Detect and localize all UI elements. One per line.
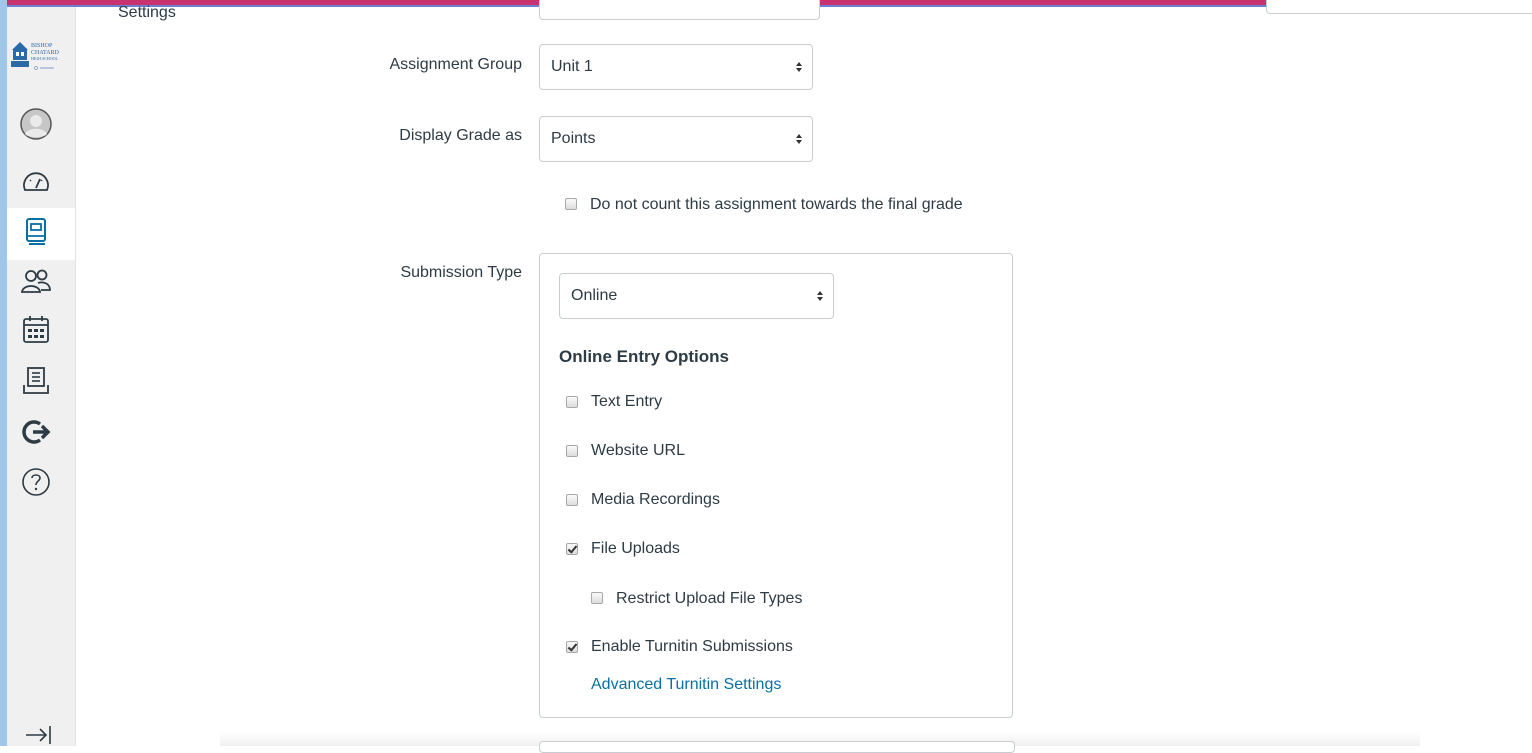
advanced-turnitin-settings-link[interactable]: Advanced Turnitin Settings [591,676,781,694]
select-arrows-icon [796,62,802,72]
select-arrows-icon [796,134,802,144]
logo-line-3: HIGH SCHOOL [31,56,59,61]
assignment-group-select[interactable]: Unit 1 [539,44,813,90]
school-logo[interactable]: BISHOP CHATARD HIGH SCHOOL [10,36,76,74]
collapse-nav-icon[interactable] [24,722,54,744]
submission-type-label: Submission Type [400,264,522,281]
inbox-icon[interactable] [20,365,52,397]
calendar-icon[interactable] [20,314,52,346]
window-left-edge [0,0,7,746]
restrict-upload-types-checkbox[interactable] [591,592,603,604]
text-entry-label: Text Entry [591,393,663,410]
enable-turnitin-label: Enable Turnitin Submissions [591,638,793,655]
file-uploads-label: File Uploads [591,540,680,557]
courses-icon[interactable] [20,216,52,248]
display-grade-value: Points [551,130,596,147]
groups-icon[interactable] [20,266,52,298]
file-uploads-checkbox[interactable] [566,543,578,555]
partial-next-panel [539,741,1015,753]
omit-from-final-checkbox[interactable] [565,198,577,210]
account-avatar-icon[interactable] [20,108,52,140]
submission-type-value: Online [571,287,618,304]
assignment-group-label: Assignment Group [389,56,522,73]
logo-line-1: BISHOP [31,43,53,49]
media-recordings-checkbox[interactable] [566,494,578,506]
select-arrows-icon [817,291,823,301]
display-grade-select[interactable]: Points [539,116,813,162]
display-grade-label: Display Grade as [399,127,522,144]
assignment-group-value: Unit 1 [551,58,593,75]
restrict-upload-types-label: Restrict Upload File Types [616,590,803,607]
help-icon[interactable] [20,466,52,498]
commons-icon[interactable] [20,416,52,448]
submission-type-select[interactable]: Online [559,273,834,319]
partial-input-top[interactable] [539,0,820,20]
text-entry-checkbox[interactable] [566,396,578,408]
enable-turnitin-checkbox[interactable] [566,641,578,653]
section-heading-settings: Settings [118,4,176,21]
omit-from-final-label: Do not count this assignment towards the… [590,196,963,213]
website-url-label: Website URL [591,442,685,459]
website-url-checkbox[interactable] [566,445,578,457]
online-entry-options-heading: Online Entry Options [559,347,730,366]
media-recordings-label: Media Recordings [591,491,720,508]
partial-panel-top-right [1266,0,1532,14]
dashboard-icon[interactable] [20,166,52,198]
